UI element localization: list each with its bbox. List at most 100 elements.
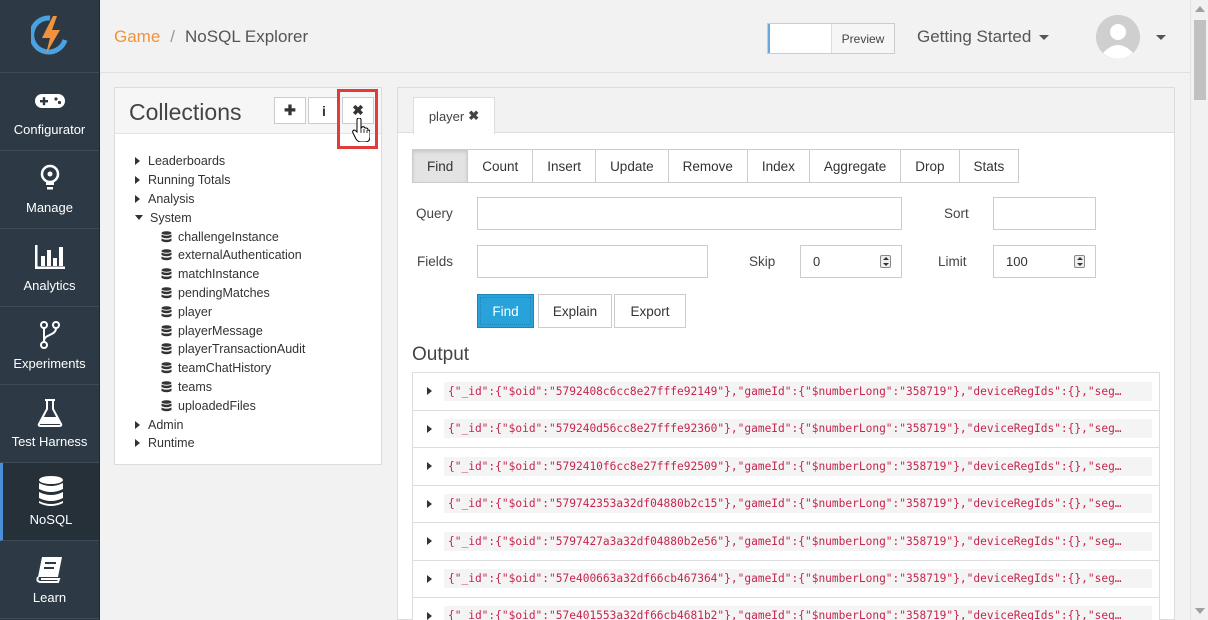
tree-group-running-totals[interactable]: Running Totals [135,171,305,190]
nav-experiments[interactable]: Experiments [0,307,99,385]
output-list: {"_id":{"$oid":"5792408c6cc8e27fffe92149… [412,372,1160,620]
skip-input[interactable]: 0 [800,245,902,278]
export-button[interactable]: Export [614,294,686,328]
tree-group-runtime[interactable]: Runtime [135,434,305,453]
tree-group-analysis[interactable]: Analysis [135,190,305,209]
output-row[interactable]: {"_id":{"$oid":"5792408c6cc8e27fffe92149… [412,372,1160,410]
output-row[interactable]: {"_id":{"$oid":"5792410f6cc8e27fffe92509… [412,447,1160,485]
nav-learn[interactable]: Learn [0,541,99,619]
tree-item-challengeinstance[interactable]: challengeInstance [135,227,305,246]
op-find-button[interactable]: Find [412,149,469,183]
op-insert-button[interactable]: Insert [533,149,597,183]
nav-nosql[interactable]: NoSQL [0,463,99,541]
operation-button-group: Find Count Insert Update Remove Index Ag… [412,149,1020,183]
expand-arrow-icon[interactable] [427,537,432,546]
expand-arrow-icon[interactable] [427,611,432,620]
tree-group-admin[interactable]: Admin [135,415,305,434]
op-count-button[interactable]: Count [468,149,534,183]
expand-arrow-icon[interactable] [427,387,432,396]
tree-group-label: Running Totals [148,173,231,188]
output-row[interactable]: {"_id":{"$oid":"579240d56cc8e27fffe92360… [412,409,1160,447]
output-json: {"_id":{"$oid":"57e401553a32df66cb4681b2… [444,606,1152,620]
scroll-up-arrow-icon[interactable] [1195,6,1205,12]
explain-button[interactable]: Explain [538,294,612,328]
tree-group-system[interactable]: System [135,208,305,227]
gamepad-icon [33,86,67,116]
tree-item-label: teamChatHistory [178,361,272,376]
nav-label: Analytics [23,278,76,293]
expand-arrow-icon[interactable] [427,424,432,433]
nav-label: NoSQL [29,512,73,527]
add-collection-button[interactable]: ✚ [274,97,306,124]
avatar-chevron-down-icon[interactable] [1156,35,1166,40]
top-header: Game / NoSQL Explorer Preview Getting Star… [100,0,1190,73]
tree-item-label: playerTransactionAudit [178,342,306,357]
scroll-down-arrow-icon[interactable] [1195,608,1205,614]
tree-item-label: teams [178,379,213,394]
expand-arrow-icon [135,194,140,203]
output-title: Output [412,344,470,365]
close-tab-icon[interactable]: ✖ [468,108,479,124]
nav-label: Experiments [13,356,86,371]
tree-item-player[interactable]: player [135,302,305,321]
user-icon [1096,15,1140,59]
tree-item-teamchathistory[interactable]: teamChatHistory [135,359,305,378]
scrollbar-thumb[interactable] [1194,20,1206,100]
nav-manage[interactable]: Manage [0,151,99,229]
nav-analytics[interactable]: Analytics [0,229,99,307]
getting-started-dropdown[interactable]: Getting Started [917,27,1050,47]
op-stats-button[interactable]: Stats [959,149,1020,183]
avatar[interactable] [1096,15,1140,59]
output-row[interactable]: {"_id":{"$oid":"57e400663a32df66cb467364… [412,559,1160,597]
collection-info-button[interactable]: i [308,97,340,124]
tree-group-label: Analysis [148,191,195,206]
nav-label: Test Harness [11,434,88,449]
breadcrumb-game-link[interactable]: Game [114,27,160,46]
collapse-arrow-icon [135,215,143,221]
tree-item-label: matchInstance [178,267,260,282]
lightbulb-icon [33,164,67,194]
limit-spinner-icon[interactable] [1074,255,1085,268]
tree-group-leaderboards[interactable]: Leaderboards [135,152,305,171]
chevron-down-icon [1039,35,1050,41]
breadcrumb: Game / NoSQL Explorer [114,27,308,47]
op-remove-button[interactable]: Remove [668,149,748,183]
hand-cursor-icon [352,118,370,142]
expand-arrow-icon[interactable] [427,462,432,471]
find-button[interactable]: Find [477,294,534,328]
getting-started-label: Getting Started [917,27,1032,46]
limit-label: Limit [938,254,967,269]
expand-arrow-icon[interactable] [427,499,432,508]
query-input[interactable] [477,197,902,230]
tree-item-teams[interactable]: teams [135,378,305,397]
tree-item-matchinstance[interactable]: matchInstance [135,265,305,284]
tree-item-playermessage[interactable]: playerMessage [135,321,305,340]
page-scrollbar[interactable] [1190,0,1208,620]
op-index-button[interactable]: Index [747,149,810,183]
op-drop-button[interactable]: Drop [901,149,960,183]
expand-arrow-icon[interactable] [427,574,432,583]
skip-spinner-icon[interactable] [880,255,891,268]
tab-player[interactable]: player ✖ [413,97,495,134]
limit-input[interactable]: 100 [993,245,1096,278]
sort-input[interactable] [993,197,1096,230]
output-row[interactable]: {"_id":{"$oid":"5797427a3a32df04880b2e56… [412,522,1160,560]
op-aggregate-button[interactable]: Aggregate [809,149,902,183]
tree-item-playertransactionaudit[interactable]: playerTransactionAudit [135,340,305,359]
nav-test-harness[interactable]: Test Harness [0,385,99,463]
database-icon [161,287,172,299]
tree-item-externalauthentication[interactable]: externalAuthentication [135,246,305,265]
tree-item-label: playerMessage [178,323,263,338]
nav-configurator[interactable]: Configurator [0,73,99,151]
preview-button[interactable]: Preview [832,24,894,53]
op-update-button[interactable]: Update [596,149,669,183]
fields-input[interactable] [477,245,708,278]
output-row[interactable]: {"_id":{"$oid":"57e401553a32df66cb4681b2… [412,597,1160,620]
output-row[interactable]: {"_id":{"$oid":"579742353a32df04880b2c15… [412,484,1160,522]
preview-toggle-off[interactable] [768,24,832,53]
expand-arrow-icon [135,420,140,429]
app-logo[interactable] [0,0,99,73]
preview-toggle[interactable]: Preview [767,23,895,54]
tree-item-uploadedfiles[interactable]: uploadedFiles [135,396,305,415]
tree-item-pendingmatches[interactable]: pendingMatches [135,284,305,303]
